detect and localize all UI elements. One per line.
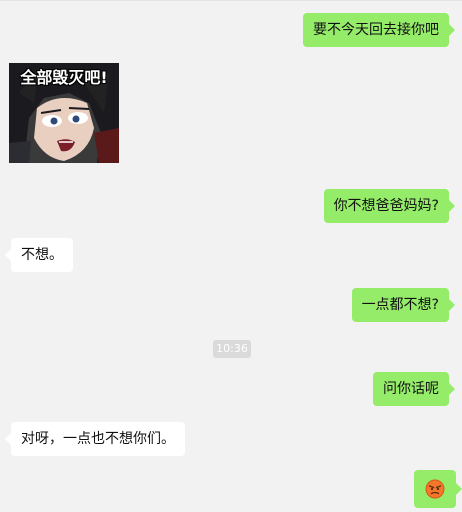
message-text: 问你话呢 (383, 381, 439, 397)
outgoing-emoji-bubble[interactable] (414, 470, 462, 508)
outgoing-message-bubble[interactable]: 一点都不想? (351, 288, 456, 322)
chat-window: 要不今天回去接你吧 全部毁灭吧! 你不想爸爸妈妈? 不想。 一点都不想? 10:… (0, 0, 462, 512)
message-text: 对呀，一点也不想你们。 (21, 431, 175, 447)
sticker-caption: 全部毁灭吧! (20, 68, 108, 87)
message-text: 你不想爸爸妈妈? (333, 198, 439, 214)
outgoing-message-bubble[interactable]: 要不今天回去接你吧 (303, 13, 455, 47)
incoming-message-bubble[interactable]: 对呀，一点也不想你们。 (5, 422, 185, 456)
message-text: 一点都不想? (361, 297, 439, 313)
outgoing-message-bubble[interactable]: 你不想爸爸妈妈? (323, 189, 456, 223)
message-text: 不想。 (21, 247, 63, 263)
incoming-message-bubble[interactable]: 不想。 (5, 238, 73, 272)
timestamp-label: 10:36 (213, 340, 251, 358)
message-text: 要不今天回去接你吧 (313, 22, 439, 38)
outgoing-message-bubble[interactable]: 问你话呢 (373, 372, 455, 406)
sticker-image[interactable]: 全部毁灭吧! (9, 63, 119, 163)
angry-face-icon (425, 479, 445, 499)
top-divider (0, 0, 462, 1)
